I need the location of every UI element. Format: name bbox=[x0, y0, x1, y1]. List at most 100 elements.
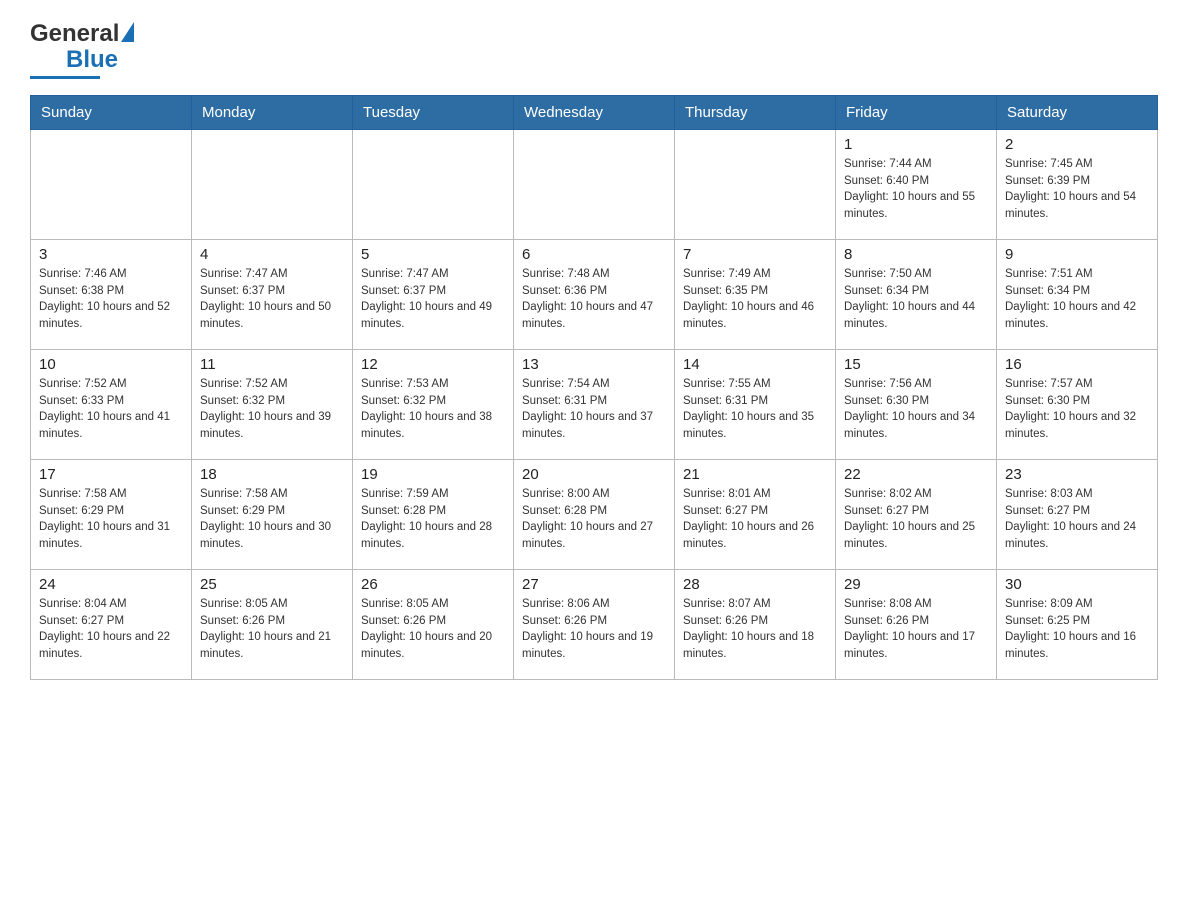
daylight-text: Daylight: 10 hours and 55 minutes. bbox=[844, 189, 988, 222]
calendar-cell: 27Sunrise: 8:06 AMSunset: 6:26 PMDayligh… bbox=[514, 570, 675, 680]
logo-triangle-icon bbox=[121, 22, 134, 42]
day-info: Sunrise: 7:47 AMSunset: 6:37 PMDaylight:… bbox=[361, 266, 505, 333]
day-number: 21 bbox=[683, 466, 827, 483]
sunset-text: Sunset: 6:29 PM bbox=[39, 503, 183, 520]
calendar-week-row: 24Sunrise: 8:04 AMSunset: 6:27 PMDayligh… bbox=[31, 570, 1158, 680]
calendar-cell: 17Sunrise: 7:58 AMSunset: 6:29 PMDayligh… bbox=[31, 460, 192, 570]
calendar-cell: 30Sunrise: 8:09 AMSunset: 6:25 PMDayligh… bbox=[997, 570, 1158, 680]
calendar-cell: 24Sunrise: 8:04 AMSunset: 6:27 PMDayligh… bbox=[31, 570, 192, 680]
weekday-header-sunday: Sunday bbox=[31, 96, 192, 130]
day-number: 19 bbox=[361, 466, 505, 483]
calendar-cell: 4Sunrise: 7:47 AMSunset: 6:37 PMDaylight… bbox=[192, 240, 353, 350]
daylight-text: Daylight: 10 hours and 16 minutes. bbox=[1005, 629, 1149, 662]
calendar-cell: 5Sunrise: 7:47 AMSunset: 6:37 PMDaylight… bbox=[353, 240, 514, 350]
sunrise-text: Sunrise: 8:07 AM bbox=[683, 596, 827, 613]
day-info: Sunrise: 7:57 AMSunset: 6:30 PMDaylight:… bbox=[1005, 376, 1149, 443]
day-info: Sunrise: 7:55 AMSunset: 6:31 PMDaylight:… bbox=[683, 376, 827, 443]
sunset-text: Sunset: 6:36 PM bbox=[522, 283, 666, 300]
calendar-cell: 3Sunrise: 7:46 AMSunset: 6:38 PMDaylight… bbox=[31, 240, 192, 350]
sunrise-text: Sunrise: 7:59 AM bbox=[361, 486, 505, 503]
day-number: 17 bbox=[39, 466, 183, 483]
sunset-text: Sunset: 6:33 PM bbox=[39, 393, 183, 410]
weekday-header-saturday: Saturday bbox=[997, 96, 1158, 130]
day-info: Sunrise: 7:52 AMSunset: 6:33 PMDaylight:… bbox=[39, 376, 183, 443]
sunset-text: Sunset: 6:29 PM bbox=[200, 503, 344, 520]
daylight-text: Daylight: 10 hours and 52 minutes. bbox=[39, 299, 183, 332]
weekday-header-wednesday: Wednesday bbox=[514, 96, 675, 130]
daylight-text: Daylight: 10 hours and 30 minutes. bbox=[200, 519, 344, 552]
logo-general-label: General bbox=[30, 20, 119, 48]
daylight-text: Daylight: 10 hours and 19 minutes. bbox=[522, 629, 666, 662]
day-info: Sunrise: 7:44 AMSunset: 6:40 PMDaylight:… bbox=[844, 156, 988, 223]
sunrise-text: Sunrise: 7:51 AM bbox=[1005, 266, 1149, 283]
header: General Blue bbox=[30, 20, 1158, 79]
sunset-text: Sunset: 6:39 PM bbox=[1005, 173, 1149, 190]
sunset-text: Sunset: 6:38 PM bbox=[39, 283, 183, 300]
sunset-text: Sunset: 6:30 PM bbox=[844, 393, 988, 410]
daylight-text: Daylight: 10 hours and 32 minutes. bbox=[1005, 409, 1149, 442]
calendar-cell: 2Sunrise: 7:45 AMSunset: 6:39 PMDaylight… bbox=[997, 130, 1158, 240]
daylight-text: Daylight: 10 hours and 34 minutes. bbox=[844, 409, 988, 442]
day-info: Sunrise: 7:47 AMSunset: 6:37 PMDaylight:… bbox=[200, 266, 344, 333]
daylight-text: Daylight: 10 hours and 25 minutes. bbox=[844, 519, 988, 552]
logo-blue-row: Blue bbox=[30, 46, 118, 74]
sunrise-text: Sunrise: 8:08 AM bbox=[844, 596, 988, 613]
logo-underline bbox=[30, 76, 100, 79]
day-number: 23 bbox=[1005, 466, 1149, 483]
day-number: 28 bbox=[683, 576, 827, 593]
day-number: 1 bbox=[844, 136, 988, 153]
day-number: 10 bbox=[39, 356, 183, 373]
day-number: 13 bbox=[522, 356, 666, 373]
calendar-cell: 7Sunrise: 7:49 AMSunset: 6:35 PMDaylight… bbox=[675, 240, 836, 350]
calendar-cell bbox=[675, 130, 836, 240]
day-number: 8 bbox=[844, 246, 988, 263]
sunrise-text: Sunrise: 8:04 AM bbox=[39, 596, 183, 613]
day-info: Sunrise: 8:01 AMSunset: 6:27 PMDaylight:… bbox=[683, 486, 827, 553]
day-info: Sunrise: 7:50 AMSunset: 6:34 PMDaylight:… bbox=[844, 266, 988, 333]
day-info: Sunrise: 8:05 AMSunset: 6:26 PMDaylight:… bbox=[361, 596, 505, 663]
sunrise-text: Sunrise: 7:58 AM bbox=[39, 486, 183, 503]
sunrise-text: Sunrise: 8:01 AM bbox=[683, 486, 827, 503]
sunrise-text: Sunrise: 7:54 AM bbox=[522, 376, 666, 393]
sunrise-text: Sunrise: 7:52 AM bbox=[39, 376, 183, 393]
day-number: 3 bbox=[39, 246, 183, 263]
day-info: Sunrise: 7:49 AMSunset: 6:35 PMDaylight:… bbox=[683, 266, 827, 333]
day-info: Sunrise: 8:07 AMSunset: 6:26 PMDaylight:… bbox=[683, 596, 827, 663]
weekday-header-monday: Monday bbox=[192, 96, 353, 130]
sunset-text: Sunset: 6:34 PM bbox=[844, 283, 988, 300]
daylight-text: Daylight: 10 hours and 27 minutes. bbox=[522, 519, 666, 552]
daylight-text: Daylight: 10 hours and 26 minutes. bbox=[683, 519, 827, 552]
calendar-cell: 16Sunrise: 7:57 AMSunset: 6:30 PMDayligh… bbox=[997, 350, 1158, 460]
day-info: Sunrise: 7:59 AMSunset: 6:28 PMDaylight:… bbox=[361, 486, 505, 553]
calendar-cell: 10 Sunrise: 7:52 AMSunset: 6:33 PMDayligh… bbox=[31, 350, 192, 460]
calendar-cell: 26Sunrise: 8:05 AMSunset: 6:26 PMDayligh… bbox=[353, 570, 514, 680]
sunrise-text: Sunrise: 7:53 AM bbox=[361, 376, 505, 393]
calendar-cell: 13 Sunrise: 7:54 AMSunset: 6:31 PMDayligh… bbox=[514, 350, 675, 460]
sunset-text: Sunset: 6:27 PM bbox=[1005, 503, 1149, 520]
sunset-text: Sunset: 6:34 PM bbox=[1005, 283, 1149, 300]
sunrise-text: Sunrise: 7:56 AM bbox=[844, 376, 988, 393]
calendar-table: SundayMondayTuesdayWednesdayThursdayFrid… bbox=[30, 95, 1158, 680]
day-number: 25 bbox=[200, 576, 344, 593]
calendar-cell: 6Sunrise: 7:48 AMSunset: 6:36 PMDaylight… bbox=[514, 240, 675, 350]
weekday-header-row: SundayMondayTuesdayWednesdayThursdayFrid… bbox=[31, 96, 1158, 130]
day-info: Sunrise: 7:54 AMSunset: 6:31 PMDaylight:… bbox=[522, 376, 666, 443]
day-info: Sunrise: 8:05 AMSunset: 6:26 PMDaylight:… bbox=[200, 596, 344, 663]
day-number: 6 bbox=[522, 246, 666, 263]
sunrise-text: Sunrise: 7:52 AM bbox=[200, 376, 344, 393]
day-number: 27 bbox=[522, 576, 666, 593]
day-number: 22 bbox=[844, 466, 988, 483]
day-number: 15 bbox=[844, 356, 988, 373]
day-number: 14 bbox=[683, 356, 827, 373]
daylight-text: Daylight: 10 hours and 22 minutes. bbox=[39, 629, 183, 662]
logo-blue-label: Blue bbox=[66, 46, 118, 73]
daylight-text: Daylight: 10 hours and 17 minutes. bbox=[844, 629, 988, 662]
calendar-cell: 12Sunrise: 7:53 AMSunset: 6:32 PMDayligh… bbox=[353, 350, 514, 460]
daylight-text: Daylight: 10 hours and 20 minutes. bbox=[361, 629, 505, 662]
calendar-cell: 23Sunrise: 8:03 AMSunset: 6:27 PMDayligh… bbox=[997, 460, 1158, 570]
sunset-text: Sunset: 6:26 PM bbox=[200, 613, 344, 630]
day-info: Sunrise: 8:02 AMSunset: 6:27 PMDaylight:… bbox=[844, 486, 988, 553]
weekday-header-friday: Friday bbox=[836, 96, 997, 130]
daylight-text: Daylight: 10 hours and 49 minutes. bbox=[361, 299, 505, 332]
day-number: 12 bbox=[361, 356, 505, 373]
